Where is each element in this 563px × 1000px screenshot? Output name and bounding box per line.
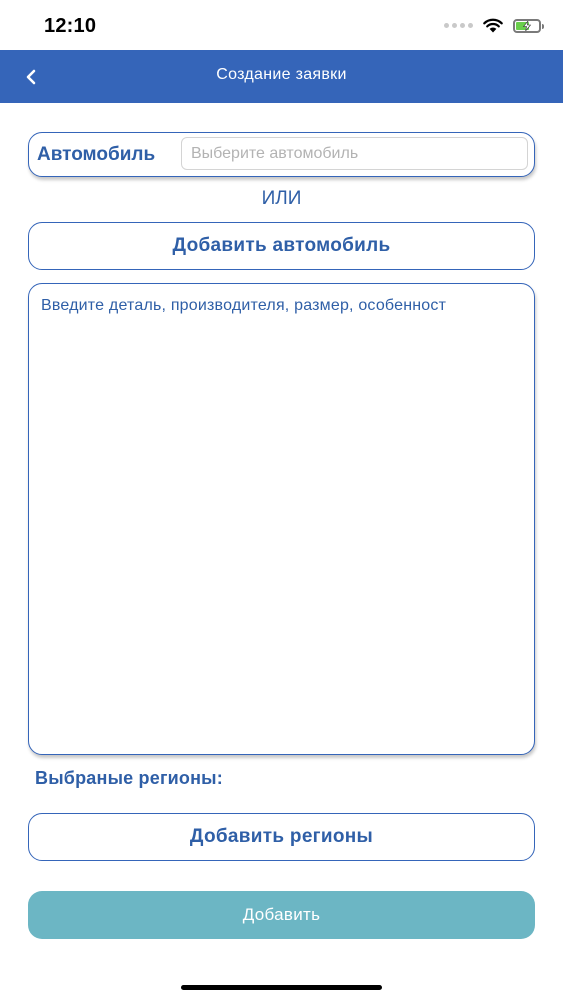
- navigation-bar: Создание заявки: [0, 50, 563, 103]
- status-indicators: [444, 18, 544, 33]
- status-bar: 12:10: [0, 0, 563, 50]
- submit-button[interactable]: Добавить: [28, 891, 535, 939]
- selected-regions-label: Выбраные регионы:: [35, 768, 223, 788]
- battery-icon: [513, 18, 544, 33]
- wifi-icon: [483, 18, 503, 33]
- status-time: 12:10: [44, 15, 97, 37]
- add-regions-button[interactable]: Добавить регионы: [28, 813, 535, 861]
- car-selector: Автомобиль: [28, 132, 535, 177]
- page-title: Создание заявки: [216, 66, 347, 83]
- car-label: Автомобиль: [37, 144, 156, 165]
- details-input[interactable]: [29, 284, 534, 754]
- car-select-input[interactable]: [181, 137, 528, 170]
- charging-bolt-icon: [522, 20, 532, 31]
- or-divider-label: ИЛИ: [261, 188, 302, 209]
- home-indicator[interactable]: [181, 985, 382, 990]
- add-car-button[interactable]: Добавить автомобиль: [28, 222, 535, 270]
- details-box: [28, 283, 535, 755]
- cellular-signal-icon: [444, 23, 473, 28]
